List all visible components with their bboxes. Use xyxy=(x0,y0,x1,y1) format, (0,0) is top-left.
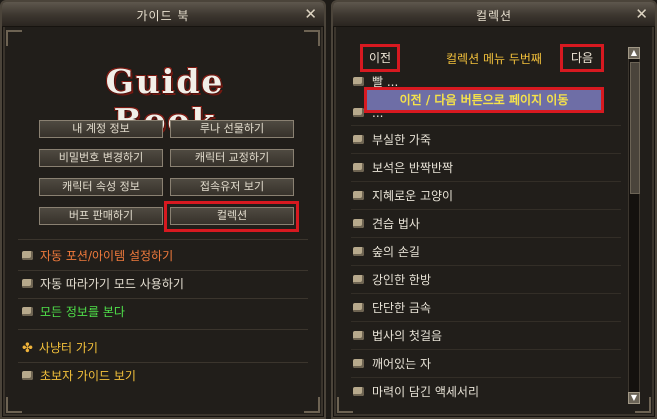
collection-item-label: 견습 법사 xyxy=(372,217,420,231)
bullet-icon xyxy=(353,247,364,256)
divider xyxy=(351,377,621,378)
close-icon[interactable]: ✕ xyxy=(304,5,317,23)
divider xyxy=(351,293,621,294)
collection-titlebar[interactable]: 컬렉션 ✕ xyxy=(333,2,655,27)
bullet-icon xyxy=(353,331,364,340)
collection-item[interactable]: 법사의 첫걸음 xyxy=(353,323,623,350)
bullet-icon xyxy=(22,251,33,260)
swirl-icon: ✤ xyxy=(22,341,33,356)
scrollbar[interactable]: ▲ ▼ xyxy=(628,47,640,404)
character-attribute-button[interactable]: 캐릭터 속성 정보 xyxy=(39,178,163,196)
divider xyxy=(351,349,621,350)
bullet-icon xyxy=(22,371,33,380)
page-navigation-annotation: 이전 / 다음 버튼으로 페이지 이동 xyxy=(364,87,604,113)
menu-item-label: 사냥터 가기 xyxy=(38,341,98,355)
bullet-icon xyxy=(353,275,364,284)
divider xyxy=(18,298,308,299)
collection-item-label: 깨어있는 자 xyxy=(372,357,432,371)
menu-item-go-hunting[interactable]: ✤ 사냥터 가기 xyxy=(22,337,98,359)
collection-item-label: 보석은 반짝반짝 xyxy=(372,161,454,175)
frame-corner xyxy=(304,397,320,413)
bullet-icon xyxy=(353,303,364,312)
frame-corner xyxy=(337,397,353,413)
menu-item-auto-follow[interactable]: 자동 따라가기 모드 사용하기 xyxy=(22,273,184,295)
collection-item[interactable]: 강인한 한방 xyxy=(353,267,623,294)
menu-item-label: 자동 포션/아이템 설정하기 xyxy=(40,249,174,263)
bullet-icon xyxy=(22,307,33,316)
online-users-button[interactable]: 접속유저 보기 xyxy=(170,178,294,196)
menu-item-label: 모든 정보를 본다 xyxy=(40,305,125,319)
menu-item-view-all-info[interactable]: 모든 정보를 본다 xyxy=(22,301,125,323)
divider xyxy=(351,237,621,238)
prev-button[interactable]: 이전 xyxy=(360,44,400,72)
menu-item-label: 자동 따라가기 모드 사용하기 xyxy=(40,277,184,291)
collection-item-label: 강인한 한방 xyxy=(372,273,432,287)
collection-item[interactable]: 깨어있는 자 xyxy=(353,351,623,378)
guide-book-window: 가이드 북 ✕ Guide Book 내 계정 정보 루나 선물하기 비밀번호 … xyxy=(0,0,326,419)
bullet-icon xyxy=(353,219,364,228)
highlight-box xyxy=(164,201,299,232)
divider xyxy=(351,181,621,182)
collection-item-label: 마력이 담긴 액세서리 xyxy=(372,385,479,399)
window-title: 가이드 북 xyxy=(136,9,190,23)
divider xyxy=(351,153,621,154)
divider xyxy=(351,209,621,210)
collection-item-label: 부실한 가죽 xyxy=(372,133,432,147)
collection-item[interactable]: 마력이 담긴 액세서리 xyxy=(353,379,623,406)
frame-corner xyxy=(6,30,22,46)
collection-item-label: 숲의 손길 xyxy=(372,245,420,259)
collection-item[interactable]: 보석은 반짝반짝 xyxy=(353,155,623,182)
collection-item[interactable]: 숲의 손길 xyxy=(353,239,623,266)
close-icon[interactable]: ✕ xyxy=(635,5,648,23)
bullet-icon xyxy=(353,108,364,117)
divider xyxy=(351,321,621,322)
bullet-icon xyxy=(353,77,364,86)
bullet-icon xyxy=(22,279,33,288)
menu-item-beginner-guide[interactable]: 초보자 가이드 보기 xyxy=(22,365,136,387)
divider xyxy=(18,239,308,240)
my-account-info-button[interactable]: 내 계정 정보 xyxy=(39,120,163,138)
collection-item[interactable]: 부실한 가죽 xyxy=(353,127,623,154)
menu-item-auto-potion[interactable]: 자동 포션/아이템 설정하기 xyxy=(22,245,173,267)
frame-corner xyxy=(6,397,22,413)
collection-item[interactable]: 단단한 금속 xyxy=(353,295,623,322)
change-password-button[interactable]: 비밀번호 변경하기 xyxy=(39,149,163,167)
bullet-icon xyxy=(353,359,364,368)
collection-item[interactable]: 견습 법사 xyxy=(353,211,623,238)
scrollbar-thumb[interactable] xyxy=(630,62,640,194)
collection-item-label: 법사의 첫걸음 xyxy=(372,329,443,343)
collection-window: 컬렉션 ✕ 이전 컬렉션 메뉴 두번째 다음 빨 ... ... 부실한 가죽 … xyxy=(331,0,657,419)
menu-item-label: 초보자 가이드 보기 xyxy=(40,369,136,383)
divider xyxy=(351,265,621,266)
next-button[interactable]: 다음 xyxy=(560,44,604,72)
divider xyxy=(18,329,308,330)
window-title: 컬렉션 xyxy=(475,9,513,23)
collection-item[interactable]: 지혜로운 고양이 xyxy=(353,183,623,210)
divider xyxy=(18,270,308,271)
divider xyxy=(351,125,621,126)
gift-luna-button[interactable]: 루나 선물하기 xyxy=(170,120,294,138)
collection-item-label: 지혜로운 고양이 xyxy=(372,189,454,203)
divider xyxy=(18,362,308,363)
bullet-icon xyxy=(353,191,364,200)
sell-buff-button[interactable]: 버프 판매하기 xyxy=(39,207,163,225)
scroll-up-icon[interactable]: ▲ xyxy=(628,47,640,59)
bullet-icon xyxy=(353,163,364,172)
bullet-icon xyxy=(353,135,364,144)
frame-corner xyxy=(304,30,320,46)
scroll-down-icon[interactable]: ▼ xyxy=(628,392,640,404)
collection-item-label: 단단한 금속 xyxy=(372,301,432,315)
fix-character-button[interactable]: 캐릭터 교정하기 xyxy=(170,149,294,167)
bullet-icon xyxy=(353,387,364,396)
guide-book-titlebar[interactable]: 가이드 북 ✕ xyxy=(2,2,324,27)
page-title: 컬렉션 메뉴 두번째 xyxy=(446,52,542,66)
